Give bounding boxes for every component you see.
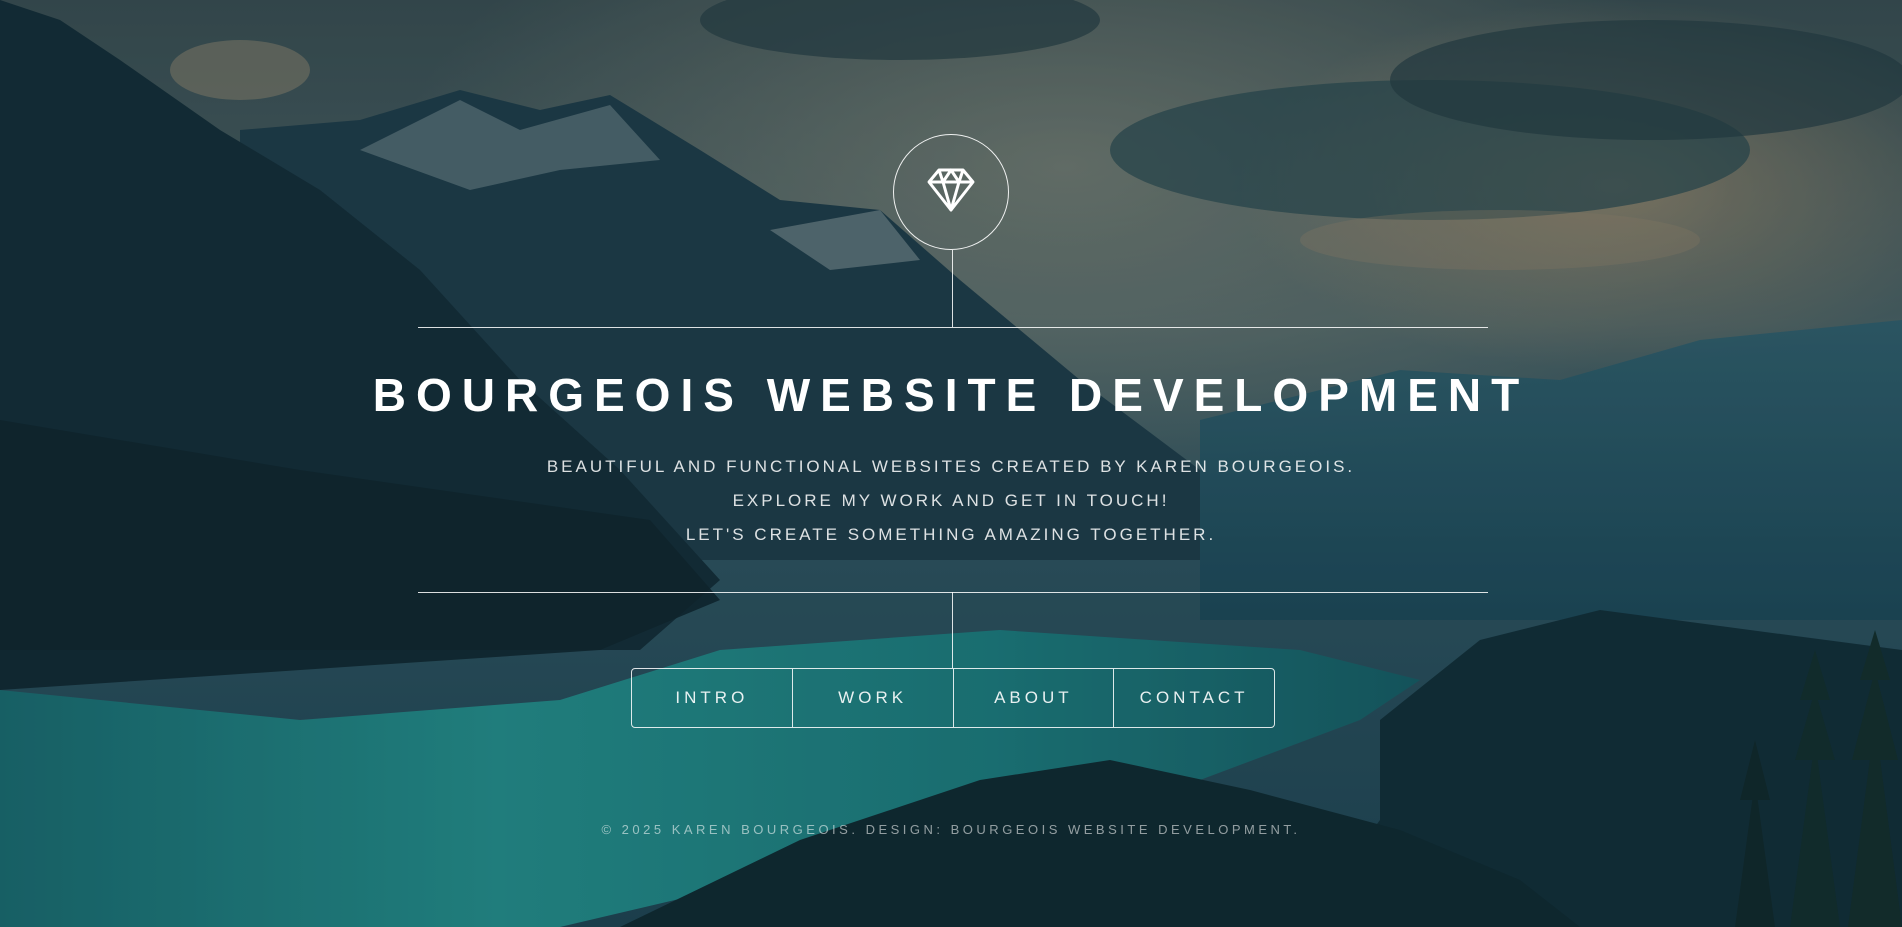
connector-line-top	[952, 250, 953, 327]
diamond-icon	[927, 167, 975, 218]
nav-intro[interactable]: INTRO	[632, 669, 792, 727]
subtitle-line-1: BEAUTIFUL AND FUNCTIONAL WEBSITES CREATE…	[546, 457, 1356, 476]
footer-copyright: © 2025 KAREN BOURGEOIS. DESIGN: BOURGEOI…	[601, 822, 1301, 837]
nav-about[interactable]: ABOUT	[952, 669, 1114, 727]
subtitle-line-2: EXPLORE MY WORK AND GET IN TOUCH!	[732, 491, 1170, 510]
connector-line-bottom	[952, 592, 953, 668]
logo	[893, 134, 1009, 250]
subtitle-line-3: LET'S CREATE SOMETHING AMAZING TOGETHER.	[685, 525, 1217, 544]
divider-top	[418, 327, 1488, 328]
subtitle: BEAUTIFUL AND FUNCTIONAL WEBSITES CREATE…	[400, 450, 1502, 552]
main-nav: INTRO WORK ABOUT CONTACT	[631, 668, 1275, 728]
nav-work[interactable]: WORK	[791, 669, 953, 727]
page-title: BOURGEOIS WEBSITE DEVELOPMENT	[372, 369, 1530, 421]
divider-bottom	[418, 592, 1488, 593]
header: BOURGEOIS WEBSITE DEVELOPMENT BEAUTIFUL …	[0, 0, 1902, 927]
nav-contact[interactable]: CONTACT	[1113, 669, 1274, 727]
